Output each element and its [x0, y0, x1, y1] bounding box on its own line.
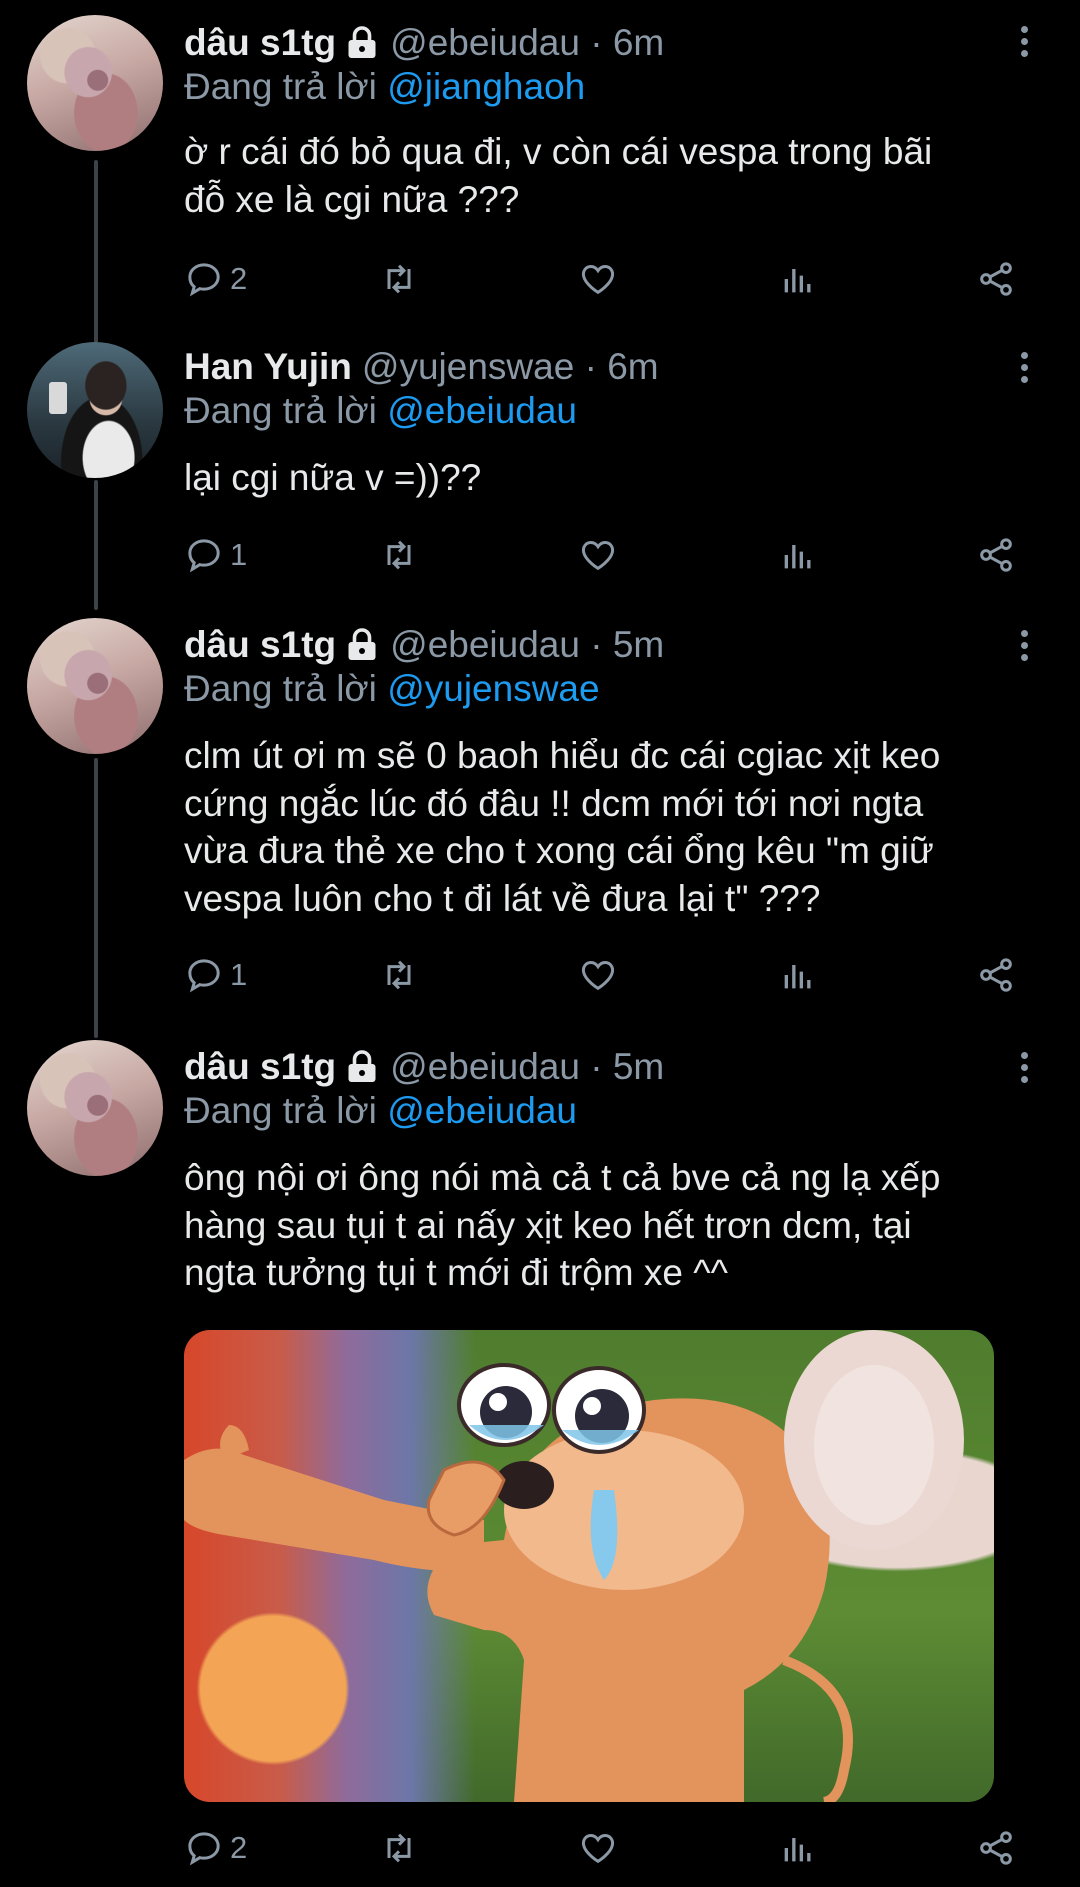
- tweet-actions: 2: [184, 1826, 1024, 1870]
- reply-icon: [188, 263, 220, 297]
- heart-icon: [581, 540, 615, 571]
- reply-label: Đang trả lời: [184, 668, 377, 709]
- share-button[interactable]: [976, 953, 1016, 997]
- handle-time: @ebeiudau · 6m: [390, 22, 665, 63]
- retweet-button[interactable]: [379, 257, 419, 301]
- reply-context: Đang trả lời @jianghaoh: [184, 66, 585, 108]
- reply-count: 1: [230, 957, 248, 992]
- reply-button[interactable]: 1: [184, 533, 247, 577]
- reply-mention[interactable]: @jianghaoh: [387, 66, 585, 107]
- lock-icon: [348, 1050, 376, 1082]
- reply-context: Đang trả lời @yujenswae: [184, 668, 600, 710]
- heart-icon: [581, 1833, 615, 1864]
- display-name[interactable]: dâu s1tg: [184, 22, 336, 64]
- views-button[interactable]: [778, 953, 818, 997]
- avatar[interactable]: [27, 342, 163, 478]
- tweet-text: lại cgi nữa v =))??: [184, 454, 1014, 502]
- retweet-button[interactable]: [379, 953, 419, 997]
- reply-label: Đang trả lời: [184, 1090, 377, 1131]
- share-icon: [980, 1831, 1012, 1865]
- text-line: hàng sau tụi t ai nấy xịt keo hết trơn d…: [184, 1204, 912, 1246]
- share-icon: [980, 262, 1012, 296]
- tweet-image[interactable]: [184, 1330, 994, 1802]
- retweet-button[interactable]: [379, 1826, 419, 1870]
- tweet-text: ờ r cái đó bỏ qua đi, v còn cái vespa tr…: [184, 128, 1014, 223]
- views-icon: [784, 545, 811, 569]
- like-button[interactable]: [578, 1826, 618, 1870]
- reply-count: 2: [230, 261, 248, 296]
- retweet-icon: [387, 960, 411, 990]
- reply-label: Đang trả lời: [184, 66, 377, 107]
- display-name[interactable]: dâu s1tg: [184, 1046, 336, 1088]
- views-icon: [784, 269, 811, 293]
- retweet-button[interactable]: [379, 533, 419, 577]
- text-line: cứng ngắc lúc đó đâu !! dcm mới tới nơi …: [184, 782, 924, 824]
- reply-context: Đang trả lời @ebeiudau: [184, 390, 577, 432]
- crying-mouse-image: [184, 1330, 964, 1802]
- handle-time: @ebeiudau · 5m: [390, 1046, 665, 1087]
- reply-mention[interactable]: @ebeiudau: [387, 390, 577, 431]
- lock-icon: [348, 628, 376, 660]
- reply-button[interactable]: 1: [184, 953, 247, 997]
- display-name[interactable]: Han Yujin: [184, 346, 352, 388]
- reply-label: Đang trả lời: [184, 390, 377, 431]
- tweet[interactable]: dâu s1tg @ebeiudau · 6m Đang trả lời @ji…: [0, 0, 1080, 330]
- like-button[interactable]: [578, 953, 618, 997]
- retweet-icon: [387, 1833, 411, 1863]
- retweet-icon: [387, 540, 411, 570]
- more-vertical-icon[interactable]: [1012, 626, 1036, 666]
- reply-count: 1: [230, 537, 248, 572]
- like-button[interactable]: [578, 533, 618, 577]
- share-button[interactable]: [976, 1826, 1016, 1870]
- lock-icon: [348, 26, 376, 58]
- reply-mention[interactable]: @ebeiudau: [387, 1090, 577, 1131]
- text-line: clm út ơi m sẽ 0 baoh hiểu đc cái cgiac …: [184, 735, 941, 776]
- tweet-text: ông nội ơi ông nói mà cả t cả bve cả ng …: [184, 1154, 1014, 1297]
- views-button[interactable]: [778, 257, 818, 301]
- tweet[interactable]: Han Yujin @yujenswae · 6m Đang trả lời @…: [0, 330, 1080, 610]
- text-line: lại cgi nữa v =))??: [184, 457, 482, 498]
- share-icon: [980, 958, 1012, 992]
- reply-button[interactable]: 2: [184, 257, 247, 301]
- text-line: vespa luôn cho t đi lát về đưa lại t" ??…: [184, 877, 821, 919]
- avatar[interactable]: [27, 618, 163, 754]
- views-icon: [784, 1838, 811, 1862]
- text-line: vừa đưa thẻ xe cho t xong cái ổng kêu "m…: [184, 830, 934, 871]
- handle-time: @yujenswae · 6m: [361, 346, 659, 387]
- text-line: ờ r cái đó bỏ qua đi, v còn cái vespa tr…: [184, 131, 933, 172]
- tweet-actions: 1: [184, 953, 1024, 997]
- share-button[interactable]: [976, 257, 1016, 301]
- reply-icon: [188, 1832, 220, 1866]
- more-vertical-icon[interactable]: [1012, 1048, 1036, 1088]
- views-button[interactable]: [778, 1826, 818, 1870]
- more-vertical-icon[interactable]: [1012, 348, 1036, 388]
- like-button[interactable]: [578, 257, 618, 301]
- more-vertical-icon[interactable]: [1012, 22, 1036, 62]
- views-button[interactable]: [778, 533, 818, 577]
- reply-icon: [188, 539, 220, 573]
- heart-icon: [581, 960, 615, 991]
- reply-button[interactable]: 2: [184, 1826, 247, 1870]
- tweet-actions: 1: [184, 533, 1024, 577]
- handle-time: @ebeiudau · 5m: [390, 624, 665, 665]
- share-button[interactable]: [976, 533, 1016, 577]
- retweet-icon: [387, 264, 411, 294]
- reply-icon: [188, 959, 220, 993]
- display-name[interactable]: dâu s1tg: [184, 624, 336, 666]
- avatar[interactable]: [27, 1040, 163, 1176]
- reply-count: 2: [230, 1830, 248, 1865]
- reply-context: Đang trả lời @ebeiudau: [184, 1090, 577, 1132]
- heart-icon: [581, 264, 615, 295]
- tweet-text: clm út ơi m sẽ 0 baoh hiểu đc cái cgiac …: [184, 732, 1014, 922]
- text-line: ông nội ơi ông nói mà cả t cả bve cả ng …: [184, 1157, 941, 1198]
- share-icon: [980, 538, 1012, 572]
- views-icon: [784, 965, 811, 989]
- tweet[interactable]: dâu s1tg @ebeiudau · 5m Đang trả lời @yu…: [0, 610, 1080, 1030]
- tweet-actions: 2: [184, 257, 1024, 301]
- text-line: ngta tưởng tụi t mới đi trộm xe ^^: [184, 1252, 728, 1293]
- avatar[interactable]: [27, 15, 163, 151]
- text-line: đỗ xe là cgi nữa ???: [184, 178, 520, 220]
- reply-mention[interactable]: @yujenswae: [387, 668, 599, 709]
